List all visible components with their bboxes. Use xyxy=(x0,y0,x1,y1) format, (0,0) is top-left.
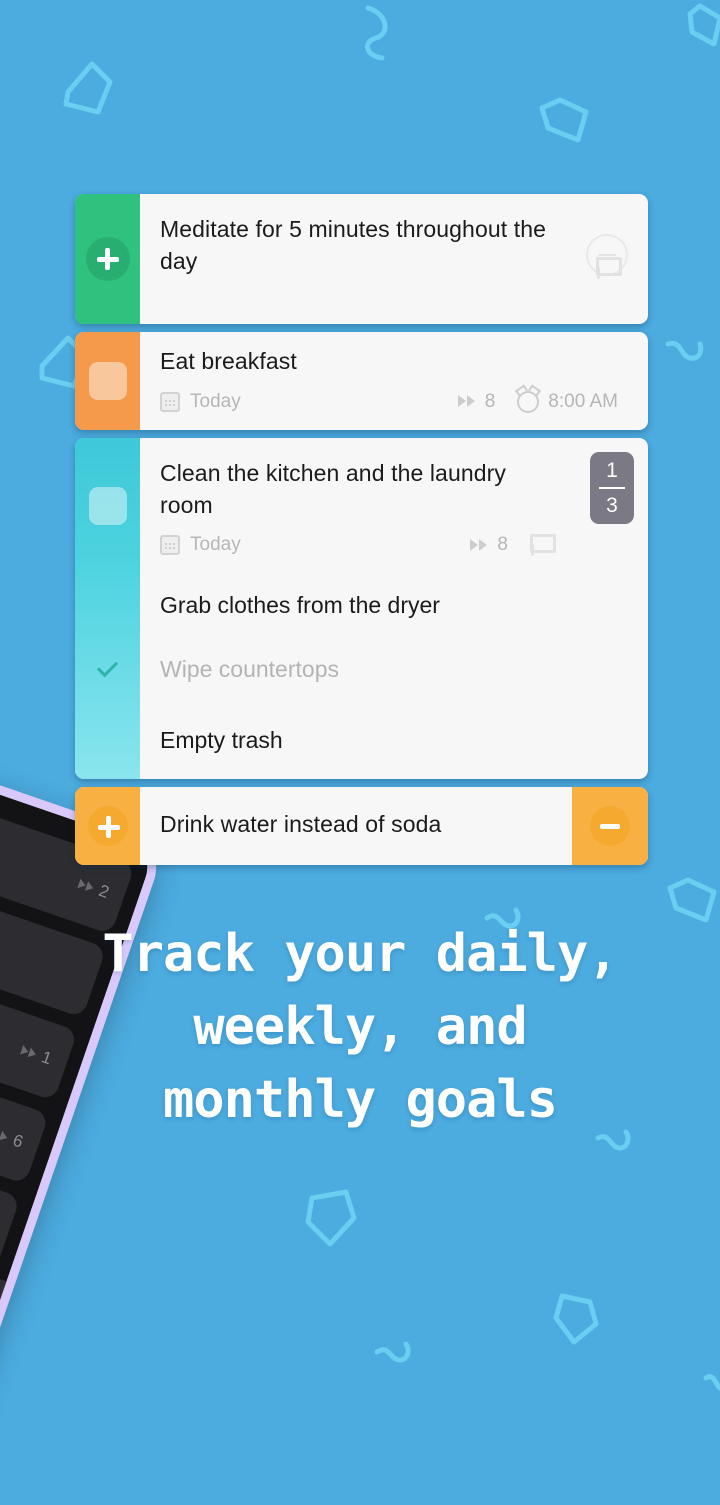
card-strip-add[interactable] xyxy=(75,787,140,865)
subtask-row[interactable]: Wipe countertops xyxy=(75,637,648,701)
task-title: Drink water instead of soda xyxy=(160,811,442,837)
flag-icon xyxy=(530,534,556,557)
task-checkbox[interactable] xyxy=(88,362,127,400)
card-strip-checkbox[interactable] xyxy=(75,438,140,573)
fast-forward-icon xyxy=(457,395,476,408)
alarm-icon xyxy=(517,390,540,413)
subtask-label: Wipe countertops xyxy=(160,655,339,682)
progress-numerator: 1 xyxy=(606,459,618,482)
progress-denominator: 3 xyxy=(606,494,618,517)
task-title: Eat breakfast xyxy=(160,348,297,374)
meta-streak: 8 xyxy=(470,534,508,556)
meta-due: Today xyxy=(160,391,241,413)
add-button[interactable] xyxy=(85,237,130,281)
flag-icon xyxy=(596,257,622,280)
fraction-bar xyxy=(599,487,625,489)
task-card-clean-kitchen[interactable]: Clean the kitchen and the laundry room T… xyxy=(75,438,648,779)
card-strip-add[interactable] xyxy=(75,194,140,324)
meta-alarm-label: 8:00 AM xyxy=(548,390,618,412)
task-card-stack: Meditate for 5 minutes throughout the da… xyxy=(75,194,648,873)
card-strip-remove[interactable] xyxy=(572,787,648,865)
meta-due-label: Today xyxy=(190,534,241,556)
fast-forward-icon xyxy=(470,538,488,552)
task-title: Clean the kitchen and the laundry room xyxy=(160,460,506,518)
meta-due: Today xyxy=(160,534,241,556)
phone-row-count: 2 xyxy=(75,874,111,903)
headline-line-2: weekly, and xyxy=(193,996,527,1057)
calendar-icon xyxy=(160,535,180,556)
subtask-label: Empty trash xyxy=(160,726,283,753)
card-strip-checkbox[interactable] xyxy=(75,332,140,430)
card-body: Drink water instead of soda xyxy=(140,787,572,859)
plus-icon xyxy=(97,816,120,838)
task-checkbox[interactable] xyxy=(88,486,127,525)
phone-row-count-value: 2 xyxy=(96,880,112,902)
task-title: Meditate for 5 minutes throughout the da… xyxy=(160,216,546,274)
task-card-eat-breakfast[interactable]: Eat breakfast Today 8 8:00 AM xyxy=(75,332,648,430)
headline: Track your daily, weekly, and monthly go… xyxy=(0,918,720,1136)
remove-button[interactable] xyxy=(590,806,630,846)
subtask-progress-badge: 1 3 xyxy=(590,452,634,524)
calendar-icon xyxy=(160,391,180,412)
card-body: Clean the kitchen and the laundry room T… xyxy=(140,438,648,574)
card-body: Meditate for 5 minutes throughout the da… xyxy=(140,194,648,295)
task-card-drink-water[interactable]: Drink water instead of soda xyxy=(75,787,648,865)
meta-alarm: 8:00 AM xyxy=(517,390,618,413)
headline-line-3: monthly goals xyxy=(163,1069,558,1130)
task-meta: Today 8 8:00 AM xyxy=(160,390,626,413)
subtask-row[interactable]: Grab clothes from the dryer xyxy=(75,573,648,637)
meta-streak-label: 8 xyxy=(484,390,496,412)
meta-streak: 8 xyxy=(457,390,496,413)
card-main-row: Clean the kitchen and the laundry room T… xyxy=(75,438,648,573)
plus-icon xyxy=(96,248,119,270)
task-card-meditate[interactable]: Meditate for 5 minutes throughout the da… xyxy=(75,194,648,324)
meta-due-label: Today xyxy=(190,390,241,412)
meta-streak-label: 8 xyxy=(497,534,508,556)
subtask-row[interactable]: Empty trash xyxy=(75,701,648,779)
card-body: Eat breakfast Today 8 8:00 AM xyxy=(140,332,648,430)
subtask-label: Grab clothes from the dryer xyxy=(160,591,440,618)
add-button[interactable] xyxy=(87,806,128,846)
fast-forward-icon xyxy=(77,878,95,893)
task-meta: Today 8 xyxy=(160,534,626,557)
headline-line-1: Track your daily, xyxy=(102,924,618,984)
minus-icon xyxy=(600,823,620,829)
